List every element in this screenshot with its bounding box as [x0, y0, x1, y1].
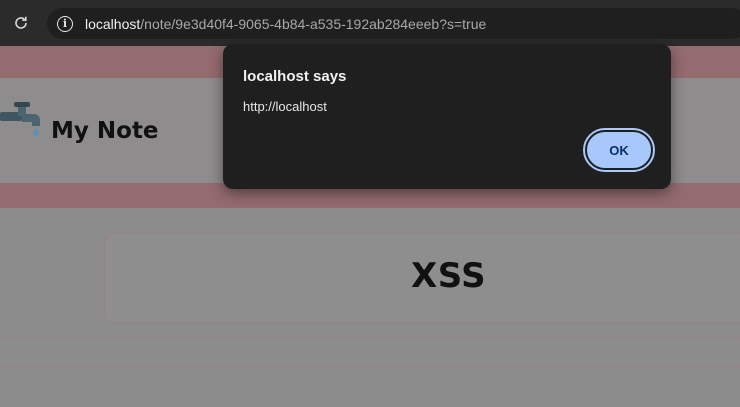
site-info-icon[interactable]: i — [57, 15, 73, 32]
url-host: localhost — [85, 15, 141, 32]
faucet-logo-icon — [0, 102, 40, 137]
site-title[interactable]: My Note — [51, 118, 159, 144]
url-text[interactable]: localhost/note/9e3d40f4-9065-4b84-a535-1… — [85, 16, 486, 32]
browser-toolbar: i localhost/note/9e3d40f4-9065-4b84-a535… — [0, 0, 740, 46]
divider — [0, 337, 740, 338]
alert-dialog: localhost says http://localhost OK — [223, 44, 671, 189]
reload-button[interactable] — [10, 12, 32, 34]
ok-button[interactable]: OK — [583, 128, 655, 172]
divider — [0, 366, 740, 367]
note-card: XSS — [104, 233, 740, 323]
address-bar[interactable]: i localhost/note/9e3d40f4-9065-4b84-a535… — [47, 8, 740, 39]
dialog-title: localhost says — [243, 68, 347, 85]
dialog-message: http://localhost — [243, 99, 327, 114]
reload-icon — [15, 16, 27, 29]
url-path: /note/9e3d40f4-9065-4b84-a535-192ab284ee… — [140, 15, 487, 32]
note-title: XSS — [411, 256, 487, 296]
